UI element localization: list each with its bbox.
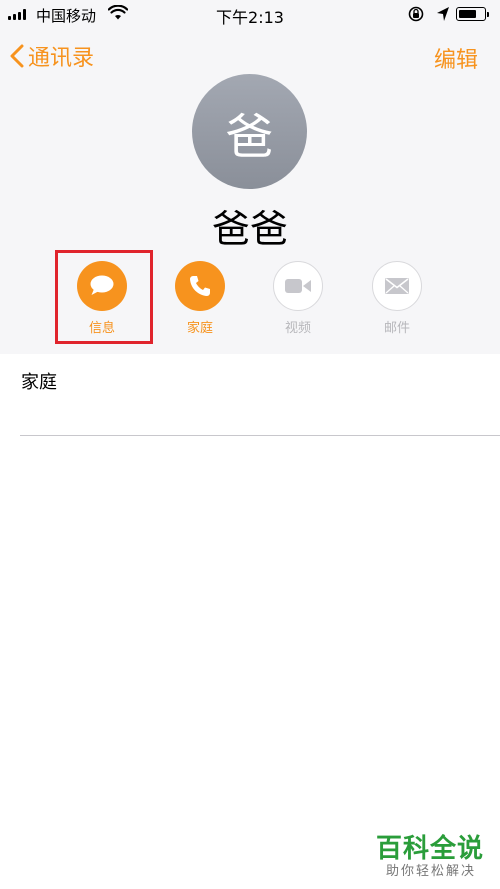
location-arrow-icon (437, 7, 449, 21)
call-action-label: 家庭 (186, 321, 213, 336)
edit-button[interactable]: 编辑 (434, 42, 478, 74)
video-camera-icon (285, 279, 311, 293)
mail-action-label: 邮件 (383, 321, 410, 336)
phone-icon (190, 276, 210, 296)
chevron-left-icon (10, 44, 24, 68)
message-action-circle (77, 261, 127, 311)
battery-level (459, 10, 476, 18)
call-action-circle (175, 261, 225, 311)
mail-icon (385, 278, 409, 294)
divider (20, 435, 500, 436)
back-button-label: 通讯录 (28, 46, 95, 71)
video-action-label: 视频 (284, 321, 311, 336)
watermark-subtitle: 助你轻松解决 (385, 864, 476, 879)
back-button[interactable]: 通讯录 (10, 40, 94, 72)
message-action-button[interactable]: 信息 (52, 261, 152, 336)
battery-icon (456, 7, 489, 21)
phone-type-label[interactable]: 家庭 (21, 368, 57, 394)
message-bubble-icon (90, 275, 114, 295)
mail-action-button[interactable]: 邮件 (347, 261, 447, 336)
contact-name: 爸爸 (211, 207, 288, 251)
rotation-lock-icon (408, 6, 424, 22)
status-time: 下午2:13 (216, 8, 284, 27)
message-action-label: 信息 (88, 321, 115, 336)
video-action-circle (273, 261, 323, 311)
avatar: 爸 (192, 74, 307, 189)
mail-action-circle (372, 261, 422, 311)
status-bar: 中国移动 下午2:13 (0, 0, 500, 30)
video-action-button[interactable]: 视频 (248, 261, 348, 336)
call-home-action-button[interactable]: 家庭 (150, 261, 250, 336)
